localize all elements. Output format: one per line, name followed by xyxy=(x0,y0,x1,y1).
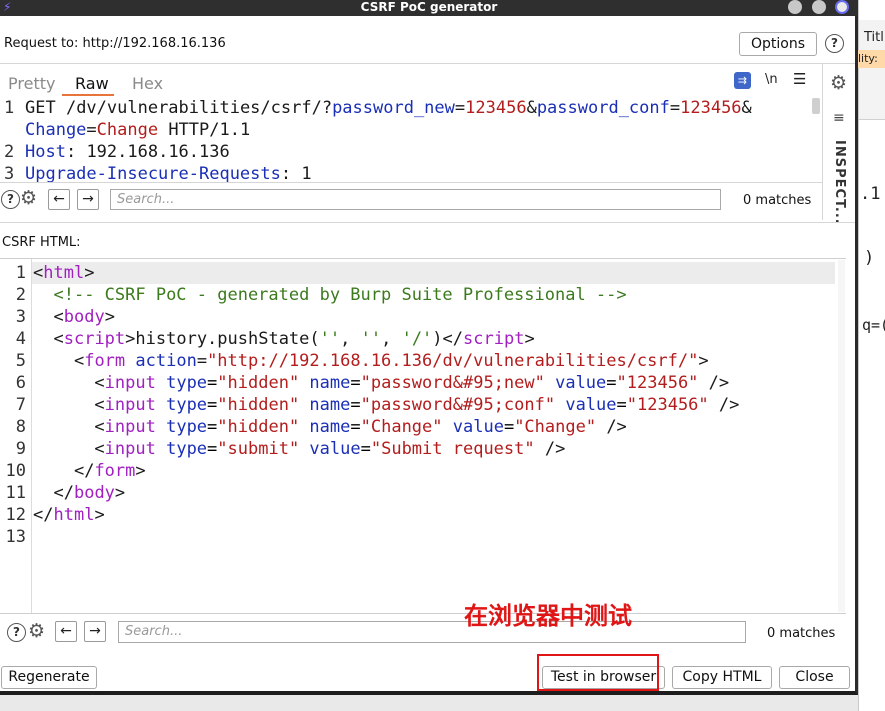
background-text: .1 xyxy=(860,184,881,204)
line-number: 1 xyxy=(15,263,26,283)
burp-logo-icon: ⚡ xyxy=(3,0,12,14)
background-text: ) xyxy=(864,248,875,268)
line-number: 13 xyxy=(5,527,26,547)
match-count: 0 matches xyxy=(767,626,836,641)
code-line: <html> xyxy=(33,263,95,283)
close-button[interactable]: Close xyxy=(779,666,850,689)
annotation-highlight-box xyxy=(537,654,659,691)
csrf-line-numbers: 1 2 3 4 5 6 7 8 9 10 11 12 13 xyxy=(0,262,28,548)
line-number: 5 xyxy=(15,351,26,371)
code-line: <form action="http://192.168.16.136/dv/v… xyxy=(73,351,709,371)
inspector-divider xyxy=(822,64,823,220)
background-text: q=( xyxy=(862,316,885,334)
line-number: 2 xyxy=(4,142,15,162)
gear-icon[interactable]: ⚙ xyxy=(28,622,45,641)
maximize-button[interactable] xyxy=(812,0,826,14)
help-icon[interactable]: ? xyxy=(1,190,20,209)
code-line: </form> xyxy=(73,461,146,481)
options-button[interactable]: Options xyxy=(739,32,817,56)
request-to-label: Request to: http://192.168.16.136 xyxy=(4,36,226,51)
code-line: <input type="hidden" name="password&#95;… xyxy=(94,395,740,415)
code-line: <input type="hidden" name="password&#95;… xyxy=(94,373,730,393)
previous-match-button[interactable]: ← xyxy=(55,621,77,642)
divider xyxy=(0,63,855,64)
background-text: Titl xyxy=(864,30,884,45)
annotation-text: 在浏览器中测试 xyxy=(464,602,632,630)
tab-hex[interactable]: Hex xyxy=(132,74,163,93)
regenerate-button[interactable]: Regenerate xyxy=(1,666,97,689)
line-number: 3 xyxy=(4,164,15,182)
line-number: 6 xyxy=(15,373,26,393)
divider xyxy=(0,182,822,183)
gear-icon[interactable]: ⚙ xyxy=(20,189,37,208)
editor-scrollbar[interactable] xyxy=(838,260,845,612)
line-number: 8 xyxy=(15,417,26,437)
request-header-line: Host: 192.168.16.136 xyxy=(25,142,230,162)
csrf-code: <html> <!-- CSRF PoC - generated by Burp… xyxy=(33,262,739,526)
close-window-button[interactable] xyxy=(835,0,849,14)
window-title: CSRF PoC generator xyxy=(360,0,498,14)
code-line: <input type="hidden" name="Change" value… xyxy=(94,417,627,437)
list-icon[interactable]: ≡ xyxy=(833,110,845,126)
tab-pretty[interactable]: Pretty xyxy=(8,74,55,93)
line-number: 4 xyxy=(15,329,26,349)
message-actions-icon[interactable]: ⇉ xyxy=(734,72,751,89)
code-line: <input type="submit" value="Submit reque… xyxy=(94,439,566,459)
line-number: 12 xyxy=(5,505,26,525)
divider xyxy=(0,222,855,223)
code-line: </html> xyxy=(33,505,105,525)
next-match-button[interactable]: → xyxy=(77,189,99,210)
code-line: <script>history.pushState('', '', '/')</… xyxy=(53,329,535,349)
request-search-input[interactable]: Search... xyxy=(110,189,721,210)
gutter-divider xyxy=(31,259,32,613)
request-header-line: Upgrade-Insecure-Requests: 1 xyxy=(25,164,312,182)
help-icon[interactable]: ? xyxy=(825,34,844,53)
help-icon[interactable]: ? xyxy=(7,623,26,642)
newline-toggle-icon[interactable]: \n xyxy=(765,72,778,87)
copy-html-button[interactable]: Copy HTML xyxy=(672,666,772,689)
line-number: 11 xyxy=(5,483,26,503)
line-number: 2 xyxy=(15,285,26,305)
background-text: lity: xyxy=(858,52,878,65)
line-number: 3 xyxy=(15,307,26,327)
code-line: </body> xyxy=(53,483,126,503)
line-number: 7 xyxy=(15,395,26,415)
previous-match-button[interactable]: ← xyxy=(48,189,70,210)
request-line: GET /dv/vulnerabilities/csrf/?password_n… xyxy=(25,98,752,118)
line-number: 10 xyxy=(5,461,26,481)
title-bar: CSRF PoC generator xyxy=(0,0,858,16)
line-number: 1 xyxy=(4,98,15,118)
inspector-tab[interactable]: INSPECT... xyxy=(832,140,847,225)
next-match-button[interactable]: → xyxy=(84,621,106,642)
line-number: 9 xyxy=(15,439,26,459)
csrf-search-input[interactable]: Search... xyxy=(118,621,746,643)
request-editor[interactable]: 1 2 3 GET /dv/vulnerabilities/csrf/?pass… xyxy=(0,96,822,182)
gear-icon[interactable]: ⚙ xyxy=(830,74,847,93)
match-count: 0 matches xyxy=(743,193,812,208)
code-line: <!-- CSRF PoC - generated by Burp Suite … xyxy=(53,285,627,305)
request-line: Change=Change HTTP/1.1 xyxy=(25,120,251,140)
menu-icon[interactable]: ☰ xyxy=(793,70,806,88)
code-line: <body> xyxy=(53,307,115,327)
minimize-button[interactable] xyxy=(788,0,802,14)
tab-raw[interactable]: Raw xyxy=(75,74,109,93)
background-window xyxy=(858,0,885,711)
csrf-html-label: CSRF HTML: xyxy=(2,235,81,250)
request-url: http://192.168.16.136 xyxy=(82,36,226,51)
scrollbar-thumb[interactable] xyxy=(812,98,820,114)
